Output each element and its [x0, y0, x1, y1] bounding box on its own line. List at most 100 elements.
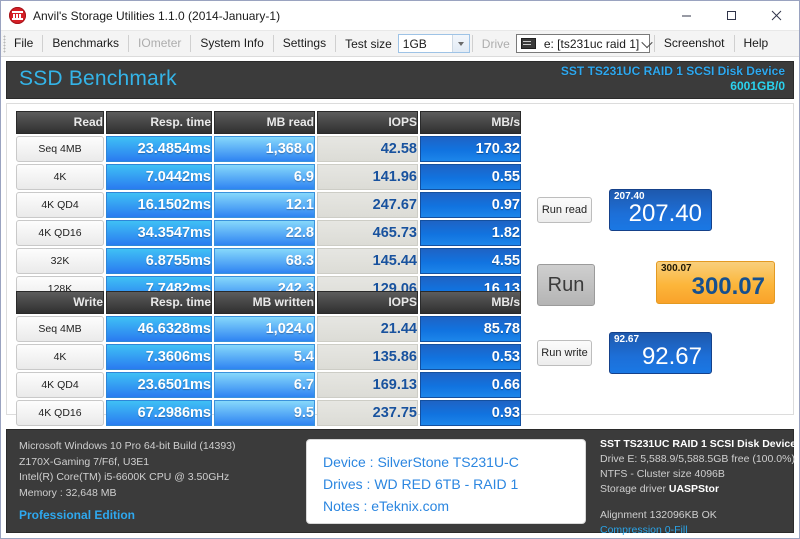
read-cell-iops: 42.58: [317, 136, 418, 162]
system-info: Microsoft Windows 10 Pro 64-bit Build (1…: [19, 439, 236, 524]
write-header-iops: IOPS: [317, 291, 418, 314]
banner-device-info: SST TS231UC RAID 1 SCSI Disk Device 6001…: [561, 64, 785, 94]
write-cell-mb: 1,024.0: [214, 316, 315, 342]
read-cell-mbs: 0.97: [420, 192, 521, 218]
test-size-select[interactable]: 1GB: [398, 34, 470, 53]
menu-item-help[interactable]: Help: [735, 31, 778, 56]
read-cell-mb: 68.3: [214, 248, 315, 274]
chevron-down-icon[interactable]: [452, 35, 469, 52]
read-header-mb-read: MB read: [214, 111, 315, 134]
chevron-down-icon[interactable]: [643, 35, 651, 52]
write-cell-iops: 237.75: [317, 400, 418, 426]
read-cell-mbs: 1.82: [420, 220, 521, 246]
write-cell-mbs: 0.93: [420, 400, 521, 426]
write-cell-mb: 5.4: [214, 344, 315, 370]
write-cell-resp: 67.2986ms: [106, 400, 212, 426]
read-header-category: Read: [16, 111, 104, 134]
drive-info: SST TS231UC RAID 1 SCSI Disk Device Driv…: [600, 437, 796, 538]
menu-item-settings[interactable]: Settings: [274, 31, 335, 56]
menu-item-file[interactable]: File: [5, 31, 42, 56]
write-row-label[interactable]: 4K: [16, 344, 104, 370]
read-cell-mbs: 0.55: [420, 164, 521, 190]
notes-drives: Drives : WD RED 6TB - RAID 1: [323, 473, 585, 495]
write-row-label[interactable]: Seq 4MB: [16, 316, 104, 342]
read-score-box: 207.40 207.40: [609, 189, 712, 231]
read-header-mbs: MB/s: [420, 111, 521, 134]
run-read-button[interactable]: Run read: [537, 197, 592, 223]
read-cell-iops: 145.44: [317, 248, 418, 274]
read-score-value: 207.40: [629, 200, 702, 228]
write-header-mbs: MB/s: [420, 291, 521, 314]
write-cell-resp: 7.3606ms: [106, 344, 212, 370]
write-cell-mb: 9.5: [214, 400, 315, 426]
notes-notes: Notes : eTeknix.com: [323, 495, 585, 517]
menu-item-system-info[interactable]: System Info: [191, 31, 272, 56]
test-size-label: Test size: [336, 37, 398, 51]
read-row-label[interactable]: 4K QD16: [16, 220, 104, 246]
test-size-value: 1GB: [399, 37, 431, 51]
write-cell-iops: 169.13: [317, 372, 418, 398]
read-cell-mb: 1,368.0: [214, 136, 315, 162]
anvil-storage-utilities-window: Anvil's Storage Utilities 1.1.0 (2014-Ja…: [0, 0, 800, 539]
system-os: Microsoft Windows 10 Pro 64-bit Build (1…: [19, 439, 236, 455]
write-header-category: Write: [16, 291, 104, 314]
read-row-label[interactable]: 4K: [16, 164, 104, 190]
drive-value: e: [ts231uc raid 1]: [540, 37, 643, 51]
read-cell-resp: 6.8755ms: [106, 248, 212, 274]
drive-info-filesystem: NTFS - Cluster size 4096B: [600, 467, 796, 482]
notes-device: Device : SilverStone TS231U-C: [323, 451, 585, 473]
read-row-label[interactable]: 4K QD4: [16, 192, 104, 218]
read-cell-resp: 34.3547ms: [106, 220, 212, 246]
system-motherboard: Z170X-Gaming 7/F6f, U3E1: [19, 455, 236, 471]
write-cell-resp: 23.6501ms: [106, 372, 212, 398]
anvil-app-icon: [9, 7, 26, 24]
read-results-table: Read Resp. time MB read IOPS MB/s Seq 4M…: [14, 109, 523, 304]
read-cell-iops: 247.67: [317, 192, 418, 218]
drive-select[interactable]: e: [ts231uc raid 1]: [516, 34, 650, 53]
table-row: 4K QD16 67.2986ms 9.5 237.75 0.93: [16, 400, 521, 426]
write-cell-resp: 46.6328ms: [106, 316, 212, 342]
menu-item-screenshot[interactable]: Screenshot: [655, 31, 734, 56]
benchmark-banner: SSD Benchmark SST TS231UC RAID 1 SCSI Di…: [6, 61, 794, 99]
menu-item-iometer: IOmeter: [129, 31, 190, 56]
window-title: Anvil's Storage Utilities 1.1.0 (2014-Ja…: [33, 9, 280, 23]
table-row: Seq 4MB 23.4854ms 1,368.0 42.58 170.32: [16, 136, 521, 162]
read-cell-mb: 22.8: [214, 220, 315, 246]
read-cell-resp: 23.4854ms: [106, 136, 212, 162]
banner-device-capacity: 6001GB/0: [561, 79, 785, 94]
drive-label: Drive: [473, 37, 516, 51]
write-cell-mbs: 0.66: [420, 372, 521, 398]
read-cell-mb: 12.1: [214, 192, 315, 218]
maximize-icon[interactable]: [709, 1, 754, 31]
drive-info-driver: Storage driver UASPStor: [600, 482, 796, 497]
minimize-icon[interactable]: [664, 1, 709, 31]
table-row: 4K 7.0442ms 6.9 141.96 0.55: [16, 164, 521, 190]
table-header-row: Read Resp. time MB read IOPS MB/s: [16, 111, 521, 134]
read-cell-mbs: 170.32: [420, 136, 521, 162]
write-cell-mbs: 0.53: [420, 344, 521, 370]
menu-item-benchmarks[interactable]: Benchmarks: [43, 31, 128, 56]
write-row-label[interactable]: 4K QD16: [16, 400, 104, 426]
read-row-label[interactable]: 32K: [16, 248, 104, 274]
read-cell-mb: 6.9: [214, 164, 315, 190]
close-icon[interactable]: [754, 1, 799, 31]
read-header-resp-time: Resp. time: [106, 111, 212, 134]
banner-device-name: SST TS231UC RAID 1 SCSI Disk Device: [561, 64, 785, 79]
run-write-button[interactable]: Run write: [537, 340, 592, 366]
drive-info-capacity: Drive E: 5,588.9/5,588.5GB free (100.0%): [600, 452, 796, 467]
write-score-box: 92.67 92.67: [609, 332, 712, 374]
write-cell-iops: 21.44: [317, 316, 418, 342]
table-row: 32K 6.8755ms 68.3 145.44 4.55: [16, 248, 521, 274]
run-button[interactable]: Run: [537, 264, 595, 306]
system-cpu: Intel(R) Core(TM) i5-6600K CPU @ 3.50GHz: [19, 470, 236, 486]
write-row-label[interactable]: 4K QD4: [16, 372, 104, 398]
read-cell-mbs: 4.55: [420, 248, 521, 274]
total-score-box: 300.07 300.07: [656, 261, 775, 304]
drive-info-driver-value: UASPStor: [669, 483, 719, 495]
read-header-iops: IOPS: [317, 111, 418, 134]
total-score-small: 300.07: [661, 263, 692, 274]
read-cell-resp: 16.1502ms: [106, 192, 212, 218]
write-score-value: 92.67: [642, 343, 702, 371]
spacer: [600, 497, 796, 508]
read-row-label[interactable]: Seq 4MB: [16, 136, 104, 162]
